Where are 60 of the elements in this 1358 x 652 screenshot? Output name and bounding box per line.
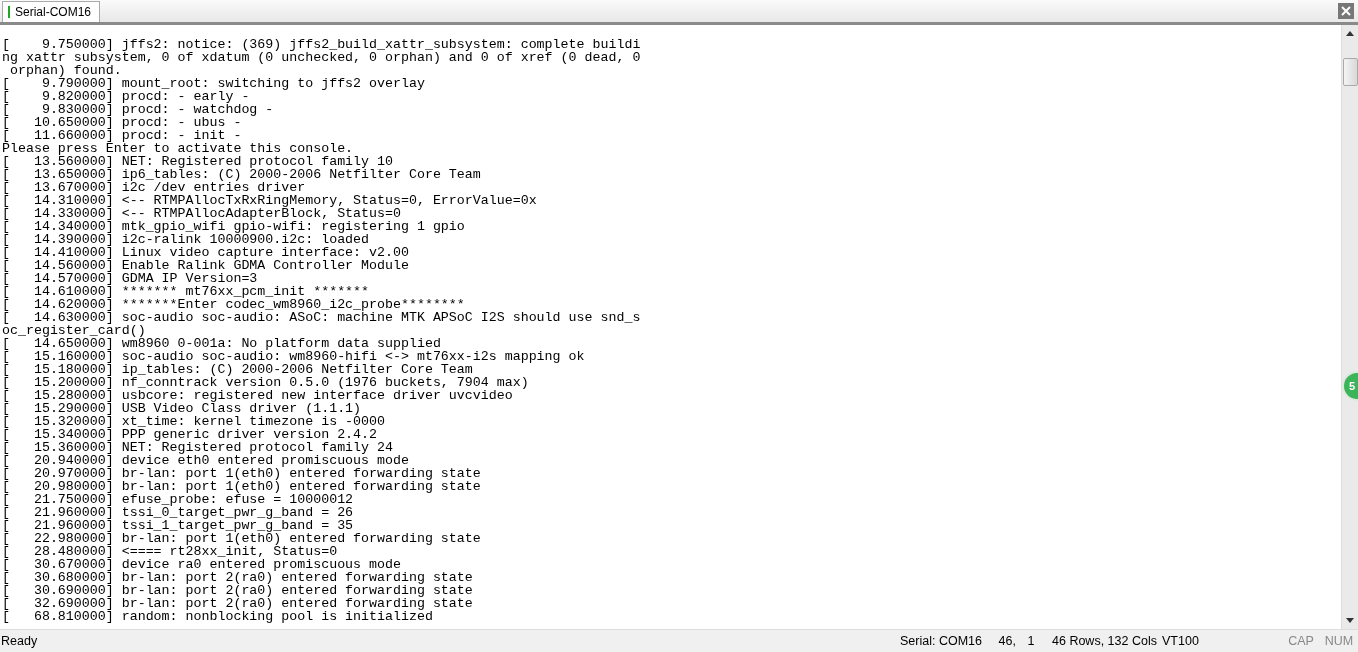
terminal-line: [ 20.940000] device eth0 entered promiscuous mode bbox=[2, 454, 409, 467]
terminal-line: [ 15.180000] ip_tables: (C) 2000-2006 Netfilter Core Team bbox=[2, 363, 473, 376]
terminal-line: [ 14.650000] wm8960 0-001a: No platform data supplied bbox=[2, 337, 441, 350]
terminal-line: [ 68.810000] random: nonblocking pool is initialized bbox=[2, 610, 433, 623]
terminal-line: [ 30.690000] br-lan: port 2(ra0) entered forwarding state bbox=[2, 584, 473, 597]
terminal-line: [ 11.660000] procd: - init - bbox=[2, 129, 242, 142]
terminal-line: [ 15.160000] soc-audio soc-audio: wm8960-hifi <-> mt76xx-i2s mapping ok bbox=[2, 350, 585, 363]
terminal-line: [ 14.610000] ******* mt76xx_pcm_init ******* bbox=[2, 285, 370, 298]
terminal-line: [ 14.560000] Enable Ralink GDMA Controller Module bbox=[2, 259, 409, 272]
terminal-line: [ 9.820000] procd: - early - bbox=[2, 90, 250, 103]
scrollbar-thumb[interactable] bbox=[1342, 58, 1358, 86]
session-tab[interactable]: Serial-COM16 bbox=[2, 1, 101, 22]
terminal-line: oc_register_card() bbox=[2, 324, 146, 337]
emulation-text: VT100 bbox=[1162, 634, 1200, 648]
key-indicator: NUM bbox=[1323, 634, 1355, 648]
terminal-line: [ 9.750000] jffs2: notice: (369) jffs2_build_xattr_subsystem: complete buildi bbox=[2, 38, 641, 51]
vertical-scrollbar[interactable]: 5 bbox=[1341, 25, 1358, 629]
terminal-line: [ 20.970000] br-lan: port 1(eth0) entered forwarding state bbox=[2, 467, 481, 480]
terminal-line: [ 21.960000] tssi_0_target_pwr_g_band = 26 bbox=[2, 506, 354, 519]
terminal-line: [ 14.390000] i2c-ralink 10000900.i2c: loaded bbox=[2, 233, 370, 246]
terminal-line: [ 14.630000] soc-audio soc-audio: ASoC: machine MTK APSoC I2S should use snd_s bbox=[2, 311, 641, 324]
terminal-line: [ 15.290000] USB Video Class driver (1.1.1) bbox=[2, 402, 362, 415]
terminal-line: [ 21.960000] tssi_1_target_pwr_g_band = 35 bbox=[2, 519, 354, 532]
terminal-size: 46 Rows, 132 Cols bbox=[1052, 634, 1158, 648]
terminal-line: [ 28.480000] <==== rt28xx_init, Status=0 bbox=[2, 545, 338, 558]
key-indicator: CAP bbox=[1287, 634, 1315, 648]
terminal-line: ng xattr subsystem, 0 of xdatum (0 unchecked, 0 orphan) and 0 of xref (0 dead, 0 bbox=[2, 51, 641, 64]
terminal-line: [ 14.410000] Linux video capture interface: v2.00 bbox=[2, 246, 409, 259]
terminal-line: [ 14.620000] *******Enter codec_wm8960_i2c_probe******** bbox=[2, 298, 465, 311]
scroll-down-icon[interactable] bbox=[1346, 618, 1354, 623]
terminal-line: [ 9.830000] procd: - watchdog - bbox=[2, 103, 274, 116]
close-icon[interactable] bbox=[1338, 3, 1354, 19]
terminal-line: [ 15.200000] nf_conntrack version 0.5.0 (1976 buckets, 7904 max) bbox=[2, 376, 529, 389]
terminal-line: [ 22.980000] br-lan: port 1(eth0) entered forwarding state bbox=[2, 532, 481, 545]
floating-badge[interactable]: 5 bbox=[1342, 371, 1358, 401]
terminal-line: [ 30.680000] br-lan: port 2(ra0) entered forwarding state bbox=[2, 571, 473, 584]
terminal-line: [ 15.280000] usbcore: registered new interface driver uvcvideo bbox=[2, 389, 513, 402]
terminal-line: [ 15.340000] PPP generic driver version 2.4.2 bbox=[2, 428, 378, 441]
terminal-line: [ 13.650000] ip6_tables: (C) 2000-2006 Netfilter Core Team bbox=[2, 168, 481, 181]
terminal-line: [ 30.670000] device ra0 entered promiscuous mode bbox=[2, 558, 401, 571]
terminal-line: Please press Enter to activate this console. bbox=[2, 142, 354, 155]
terminal-line: [ 14.570000] GDMA IP Version=3 bbox=[2, 272, 258, 285]
terminal-line: [ 15.320000] xt_time: kernel timezone is -0000 bbox=[2, 415, 385, 428]
terminal-line: [ 10.650000] procd: - ubus - bbox=[2, 116, 242, 129]
terminal-line: [ 21.750000] efuse_probe: efuse = 10000012 bbox=[2, 493, 354, 506]
terminal-line: [ 20.980000] br-lan: port 1(eth0) entered forwarding state bbox=[2, 480, 481, 493]
terminal-line: [ 13.670000] i2c /dev entries driver bbox=[2, 181, 306, 194]
cursor-row-text: 46, bbox=[997, 634, 1016, 648]
terminal-line: [ 14.310000] <-- RTMPAllocTxRxRingMemory, Status=0, ErrorValue=0x bbox=[2, 194, 537, 207]
terminal-line: [ 14.340000] mtk_gpio_wifi gpio-wifi: registering 1 gpio bbox=[2, 220, 465, 233]
terminal-line: [ 14.330000] <-- RTMPAllocAdapterBlock, Status=0 bbox=[2, 207, 401, 220]
connection-text: Serial: COM16 bbox=[900, 634, 983, 648]
terminal-line: orphan) found. bbox=[9, 64, 122, 77]
cursor-column: 1 bbox=[1016, 634, 1046, 648]
scroll-up-icon[interactable] bbox=[1346, 31, 1354, 36]
terminal-line: [ 15.360000] NET: Registered protocol family 24 bbox=[2, 441, 393, 454]
terminal-line: [ 32.690000] br-lan: port 2(ra0) entered forwarding state bbox=[2, 597, 473, 610]
status-text: Ready bbox=[0, 634, 38, 648]
terminal-line: [ 13.560000] NET: Registered protocol family 10 bbox=[2, 155, 393, 168]
terminal-line: [ 9.790000] mount_root: switching to jffs2 overlay bbox=[2, 77, 425, 90]
